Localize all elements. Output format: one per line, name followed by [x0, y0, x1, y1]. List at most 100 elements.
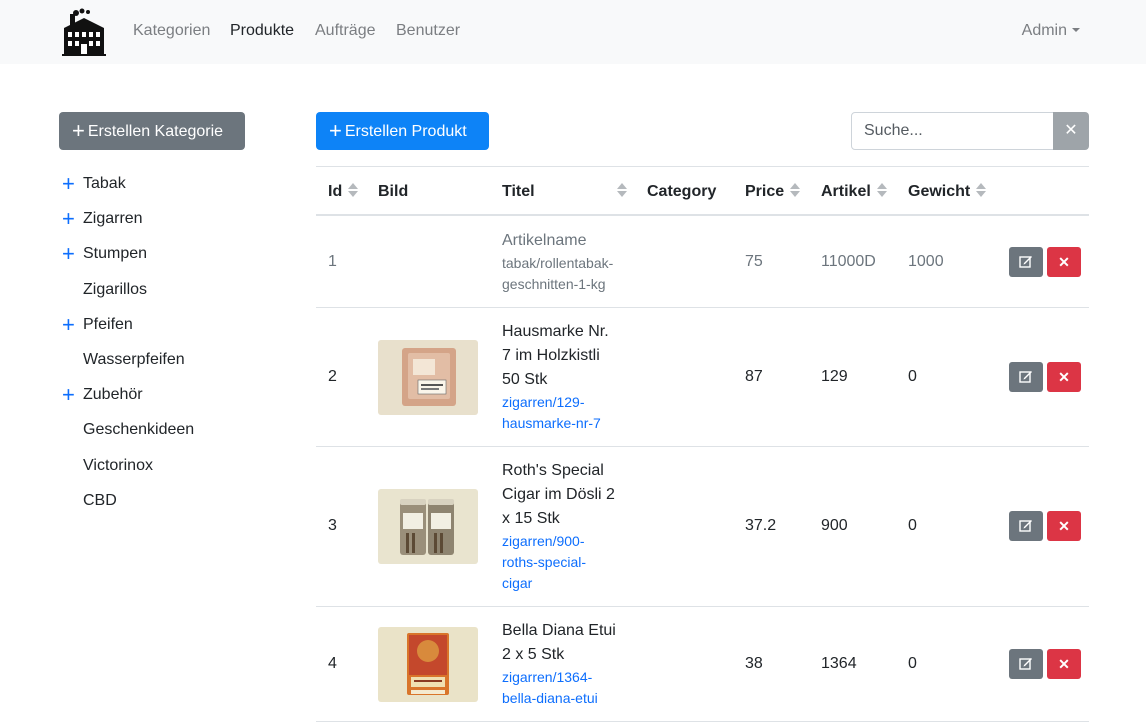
expand-plus-icon[interactable]: +	[62, 312, 78, 337]
product-slug-line: geschnitten-1-kg	[502, 275, 606, 292]
plus-icon: +	[72, 118, 85, 143]
sidebar-category-item[interactable]: Zigarillos	[62, 278, 282, 302]
expand-plus-icon[interactable]: +	[62, 207, 78, 231]
product-title-line: Roth's Special	[502, 461, 604, 479]
product-title-line: 2 x 5 Stk	[502, 645, 565, 663]
product-title-line: x 15 Stk	[502, 509, 560, 527]
cell-price: 37.2	[745, 517, 777, 534]
product-slug-line[interactable]: zigarren/900-	[502, 531, 630, 552]
create-product-button[interactable]: + Erstellen Produkt	[316, 112, 489, 150]
cell-article: 129	[821, 367, 848, 385]
sidebar-category-item[interactable]: CBD	[62, 489, 282, 513]
delete-x-icon: ✕	[1058, 368, 1070, 385]
delete-button[interactable]: ✕	[1047, 648, 1081, 679]
sidebar-category-item[interactable]: Wasserpfeifen	[62, 348, 282, 372]
edit-button[interactable]	[1009, 511, 1043, 541]
cell-id: 2	[328, 367, 337, 385]
create-product-label: Erstellen Produkt	[344, 123, 467, 140]
sidebar-category-item[interactable]: + Tabak	[62, 172, 282, 196]
category-label: Zubehör	[83, 386, 143, 404]
admin-user-menu[interactable]: Admin	[1022, 21, 1080, 41]
expand-plus-icon[interactable]: +	[62, 242, 78, 266]
delete-button[interactable]: ✕	[1047, 511, 1081, 541]
nav-benutzer[interactable]: Benutzer	[396, 21, 460, 41]
nav-produkte[interactable]: Produkte	[230, 21, 294, 41]
header-article-label: Artikel	[821, 183, 871, 200]
category-label: CBD	[83, 491, 117, 509]
cell-article: 1364	[821, 654, 857, 672]
cell-weight: 1000	[908, 252, 944, 270]
header-price[interactable]: Price	[745, 182, 801, 202]
category-label: Wasserpfeifen	[83, 351, 185, 368]
product-title-line: 7 im Holzkistli	[502, 346, 600, 364]
sort-icon	[348, 183, 359, 197]
delete-x-icon: ✕	[1058, 655, 1070, 672]
cell-price: 75	[745, 252, 763, 270]
product-title-line: 50 Stk	[502, 370, 548, 388]
category-label: Zigarren	[83, 210, 143, 228]
sidebar-category-item[interactable]: + Stumpen	[62, 242, 282, 266]
header-weight-label: Gewicht	[908, 183, 971, 200]
edit-icon	[1019, 255, 1032, 268]
header-category: Category	[647, 183, 717, 200]
edit-icon	[1019, 370, 1032, 383]
product-title-line: Cigar im Dösli 2	[502, 485, 615, 503]
sidebar-category-item[interactable]: + Pfeifen	[62, 312, 282, 337]
cell-id: 3	[328, 517, 337, 534]
edit-button[interactable]	[1009, 361, 1043, 392]
admin-label: Admin	[1021, 22, 1067, 39]
product-thumbnail[interactable]	[378, 339, 478, 415]
category-label: Geschenkideen	[83, 421, 195, 439]
sidebar-category-item[interactable]: + Zigarren	[62, 207, 282, 231]
factory-logo-icon[interactable]	[62, 8, 106, 56]
sort-icon	[616, 183, 627, 197]
create-category-button[interactable]: + Erstellen Kategorie	[59, 112, 245, 150]
product-thumbnail[interactable]	[378, 626, 478, 702]
top-navbar: Kategorien Produkte Aufträge Benutzer Ad…	[0, 0, 1146, 64]
product-slug-line[interactable]: cigar	[502, 573, 630, 594]
header-id[interactable]: Id	[328, 182, 359, 202]
cell-id: 4	[328, 654, 337, 672]
category-label: Tabak	[83, 175, 126, 192]
row-divider	[316, 606, 1089, 607]
edit-icon	[1019, 520, 1032, 532]
cell-title: Artikelname tabak/rollentabak-geschnitten…	[502, 229, 630, 295]
cell-weight: 0	[908, 654, 917, 672]
product-slug-line[interactable]: zigarren/1364-	[502, 667, 630, 688]
header-title[interactable]: Titel	[502, 182, 627, 202]
sidebar-category-item[interactable]: + Zubehör	[62, 383, 282, 407]
header-image: Bild	[378, 183, 409, 200]
cell-title: Roth's Special Cigar im Dösli 2 x 15 Stk zi…	[502, 459, 630, 594]
edit-button[interactable]	[1009, 246, 1043, 277]
expand-plus-icon[interactable]: +	[62, 172, 78, 196]
sidebar-category-item[interactable]: Victorinox	[62, 454, 282, 478]
category-label: Pfeifen	[83, 315, 133, 333]
header-article[interactable]: Artikel	[821, 182, 887, 202]
search-input[interactable]	[851, 112, 1054, 150]
product-thumbnail[interactable]	[378, 489, 478, 564]
expand-plus-icon[interactable]: +	[62, 383, 78, 407]
cell-article: 900	[821, 517, 848, 534]
row-divider	[316, 446, 1089, 447]
nav-kategorien[interactable]: Kategorien	[133, 21, 210, 41]
cell-price: 87	[745, 367, 763, 385]
cell-weight: 0	[908, 517, 917, 534]
table-top-border	[316, 166, 1089, 167]
edit-button[interactable]	[1009, 648, 1043, 679]
product-slug-line[interactable]: bella-diana-etui	[502, 688, 630, 709]
category-label: Stumpen	[83, 245, 148, 263]
product-slug-line[interactable]: hausmarke-nr-7	[502, 413, 630, 434]
caret-down-icon	[1072, 28, 1080, 32]
nav-auftraege[interactable]: Aufträge	[315, 21, 375, 41]
product-slug-line[interactable]: roths-special-	[502, 552, 630, 573]
product-title-line: Hausmarke Nr.	[502, 322, 609, 340]
header-weight[interactable]: Gewicht	[908, 182, 987, 202]
delete-button[interactable]: ✕	[1047, 361, 1081, 392]
sidebar-category-item[interactable]: Geschenkideen	[62, 418, 282, 442]
delete-button[interactable]: ✕	[1047, 246, 1081, 277]
header-title-label: Titel	[502, 183, 535, 200]
cell-title: Hausmarke Nr. 7 im Holzkistli 50 Stk zigarr…	[502, 320, 630, 434]
sort-icon	[976, 183, 987, 197]
product-slug-line[interactable]: zigarren/129-	[502, 392, 630, 413]
search-clear-button[interactable]: ✕	[1053, 112, 1089, 150]
